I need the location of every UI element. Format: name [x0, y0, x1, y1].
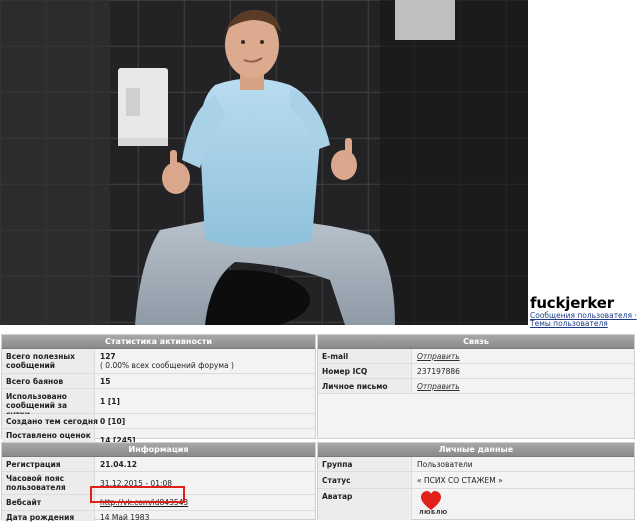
user-topics-link[interactable]: Темы пользователя — [530, 319, 608, 328]
activity-stats-panel: Статистика активности Всего полезных соо… — [1, 334, 316, 450]
info-label: Часовой пояс пользователя — [6, 474, 66, 492]
link-separator: · — [634, 311, 637, 320]
table-row: E-mail Отправить — [318, 349, 634, 364]
stat-value: 1 [1] — [100, 397, 120, 406]
profile-photo — [0, 0, 528, 325]
contact-label: Личное письмо — [322, 382, 388, 391]
personal-label: Статус — [322, 476, 351, 485]
personal-label: Аватар — [322, 492, 353, 501]
status-value: « ПСИХ СО СТАЖЕМ » — [417, 476, 503, 485]
icq-number: 237197886 — [417, 367, 460, 376]
stat-value: 15 — [100, 377, 111, 386]
birthday-value: 14 Май 1983 — [100, 513, 150, 522]
table-row: Номер ICQ 237197886 — [318, 364, 634, 379]
contact-label: E-mail — [322, 352, 349, 361]
registration-date: 21.04.12 — [100, 460, 138, 469]
group-value: Пользователи — [417, 460, 473, 469]
table-row: Статус « ПСИХ СО СТАЖЕМ » — [318, 472, 634, 489]
info-panel: Информация Регистрация 21.04.12 Часовой … — [1, 442, 316, 522]
contact-header: Связь — [318, 335, 634, 349]
stat-label: Всего баянов — [6, 377, 64, 386]
personal-header: Личные данные — [318, 443, 634, 457]
photo-illustration — [0, 0, 528, 325]
table-row: Регистрация 21.04.12 — [2, 457, 315, 472]
pm-send-link[interactable]: Отправить — [417, 382, 460, 391]
info-label: Вебсайт — [6, 498, 42, 507]
table-row: Дата рождения 14 Май 1983 — [2, 511, 315, 522]
profile-side-area — [530, 0, 640, 325]
table-row: Личное письмо Отправить — [318, 379, 634, 394]
info-label: Дата рождения — [6, 513, 75, 522]
contact-panel: Связь E-mail Отправить Номер ICQ 2371978… — [317, 334, 635, 439]
stat-label: Создано тем сегодня — [6, 417, 98, 426]
table-row: Аватар — [318, 489, 634, 520]
table-row: Создано тем сегодня 0 [10] — [2, 414, 315, 429]
website-highlight-box — [90, 486, 185, 503]
table-row: Группа Пользователи — [318, 457, 634, 472]
info-label: Регистрация — [6, 460, 61, 469]
info-header: Информация — [2, 443, 315, 457]
username: fuckjerker — [530, 294, 614, 312]
table-row: Всего полезных сообщений 127 ( 0.00% все… — [2, 349, 315, 374]
personal-label: Группа — [322, 460, 353, 469]
table-row: Всего баянов 15 — [2, 374, 315, 389]
stat-value: 127 — [100, 352, 116, 361]
activity-stats-header: Статистика активности — [2, 335, 315, 349]
personal-panel: Личные данные Группа Пользователи Статус… — [317, 442, 635, 520]
email-send-link[interactable]: Отправить — [417, 352, 460, 361]
contact-label: Номер ICQ — [322, 367, 368, 376]
stat-sub: ( 0.00% всех сообщений форума ) — [100, 361, 234, 370]
stat-value: 0 [10] — [100, 417, 126, 426]
avatar-caption: ЛЮБЛЮ — [419, 510, 448, 516]
table-row: Использовано сообщений за сутки 1 [1] — [2, 389, 315, 419]
stat-label: Всего полезных сообщений — [6, 352, 76, 370]
